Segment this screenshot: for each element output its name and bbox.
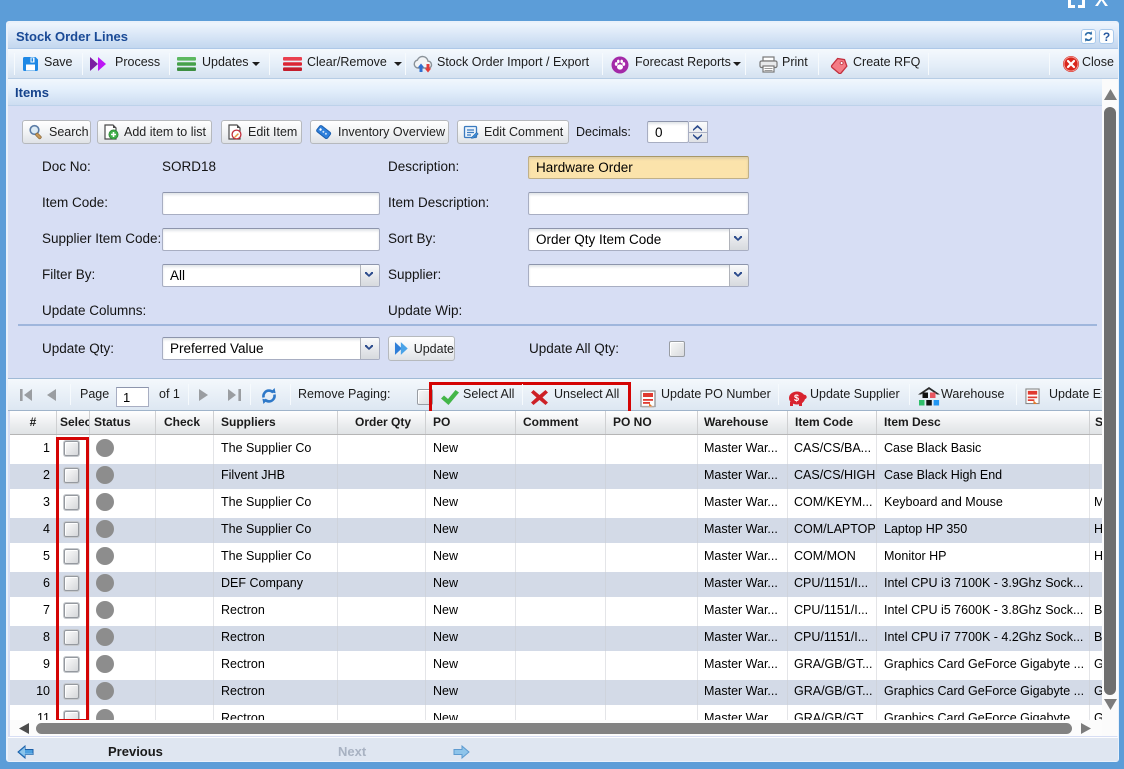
svg-text:$: $: [794, 393, 799, 403]
